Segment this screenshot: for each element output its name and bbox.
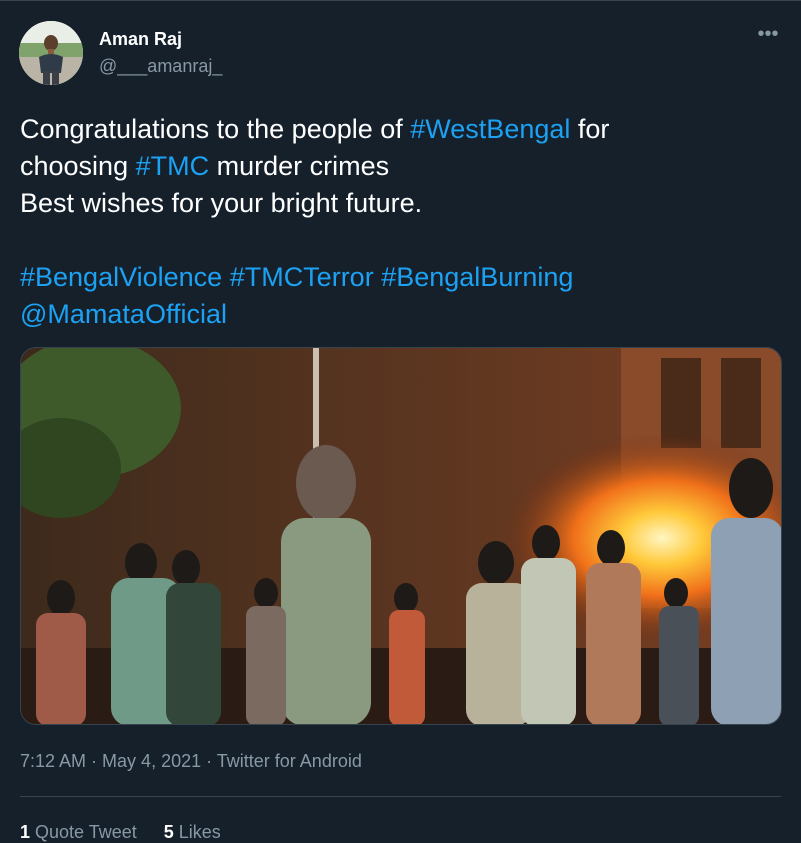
- hashtag-link[interactable]: #TMCTerror: [230, 262, 374, 292]
- tweet-card: Aman Raj @___amanraj_ ••• Congratulation…: [0, 0, 801, 843]
- tweet-text: Congratulations to the people of #WestBe…: [20, 111, 780, 333]
- tweet-text-segment: murder crimes: [209, 151, 390, 181]
- tweet-source[interactable]: Twitter for Android: [217, 751, 362, 771]
- tweet-text-segment: choosing: [20, 151, 136, 181]
- mention-link[interactable]: @MamataOfficial: [20, 299, 227, 329]
- likes-stat[interactable]: 5 Likes: [164, 822, 221, 842]
- tweet-line: choosing #TMC murder crimes: [20, 148, 780, 185]
- quote-tweets-stat[interactable]: 1 Quote Tweet: [20, 822, 137, 842]
- quote-tweet-label: Quote Tweet: [35, 822, 137, 842]
- user-handle[interactable]: @___amanraj_: [99, 56, 222, 77]
- like-count: 5: [163, 822, 174, 842]
- hashtag-link[interactable]: #TMC: [136, 151, 210, 181]
- hashtag-link[interactable]: #WestBengal: [410, 114, 570, 144]
- tweet-stats: 1 Quote Tweet 5 Likes: [20, 822, 243, 843]
- display-name[interactable]: Aman Raj: [99, 29, 182, 50]
- hashtag-link[interactable]: #BengalBurning: [381, 262, 573, 292]
- tweet-line: Congratulations to the people of #WestBe…: [20, 111, 780, 148]
- like-label: Likes: [178, 822, 221, 842]
- tweet-line: Best wishes for your bright future.: [20, 188, 423, 218]
- avatar[interactable]: [19, 21, 83, 85]
- tweet-date[interactable]: May 4, 2021: [102, 751, 201, 771]
- tweet-text-segment: Congratulations to the people of: [20, 114, 411, 144]
- quote-tweet-count: 1: [20, 822, 31, 842]
- meta-separator: ·: [201, 751, 217, 771]
- divider: [20, 796, 781, 797]
- hashtag-line: #BengalViolence #TMCTerror #BengalBurnin…: [20, 259, 780, 296]
- tweet-time[interactable]: 7:12 AM: [20, 751, 86, 771]
- mention-line: @MamataOfficial: [20, 296, 780, 333]
- tweet-text-segment: for: [570, 114, 610, 144]
- tweet-meta: 7:12 AM · May 4, 2021 · Twitter for Andr…: [20, 751, 362, 772]
- hashtag-link[interactable]: #BengalViolence: [20, 262, 222, 292]
- more-horizontal-icon[interactable]: •••: [755, 24, 781, 49]
- meta-separator: ·: [86, 751, 103, 771]
- tweet-photo[interactable]: [20, 347, 782, 725]
